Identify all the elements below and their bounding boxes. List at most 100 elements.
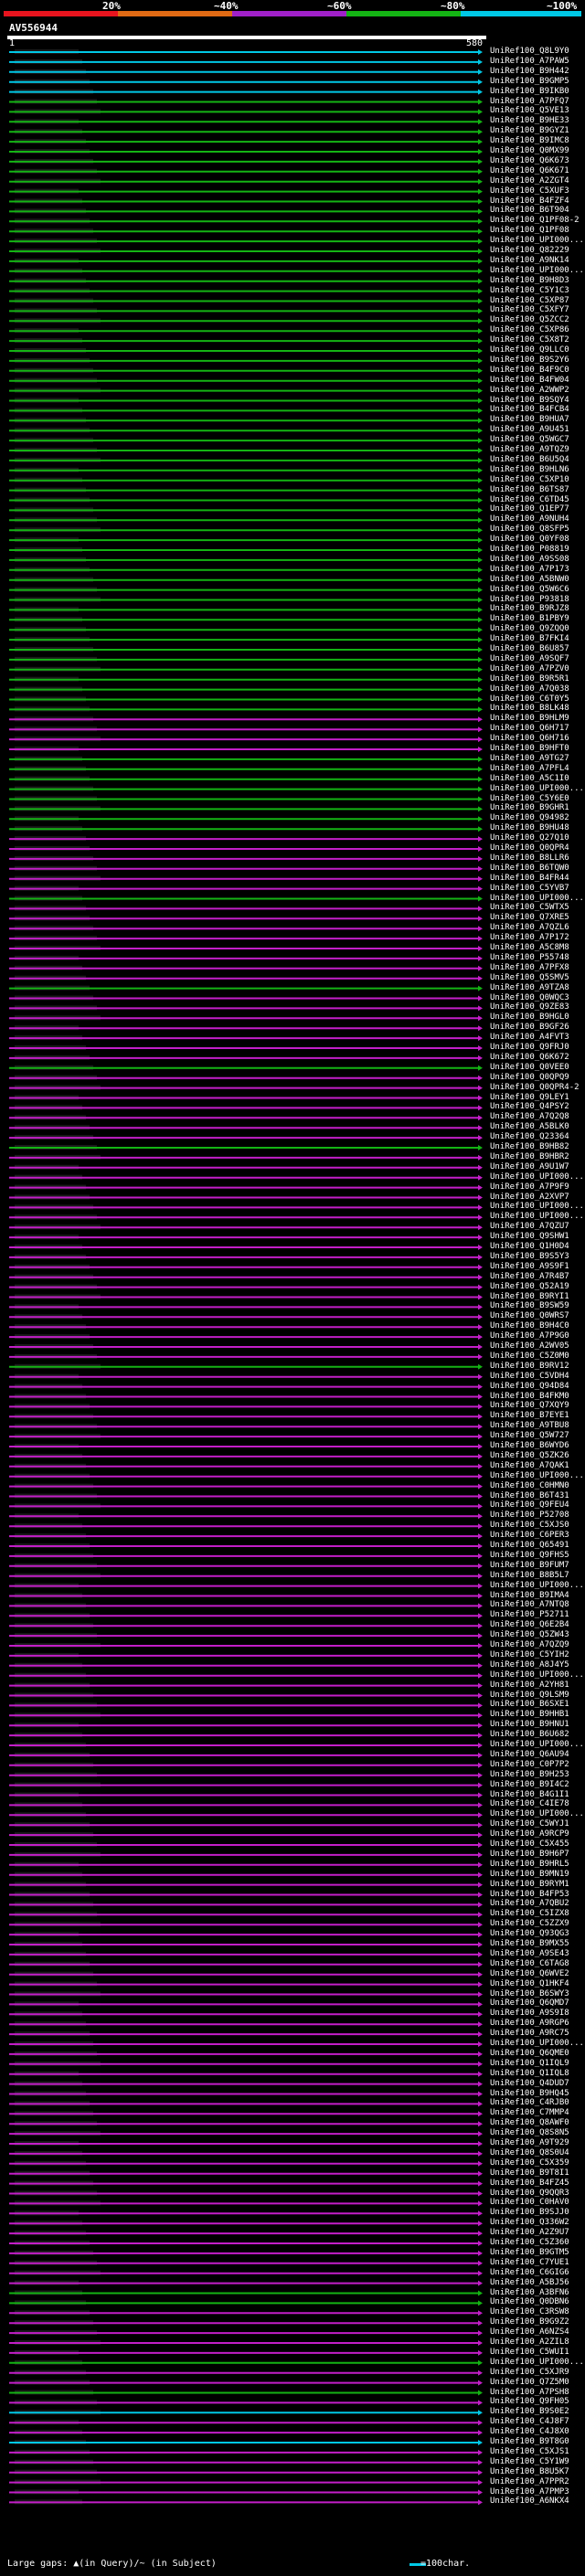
hit-label[interactable]: UniRef100_A9TBU8 bbox=[490, 1422, 569, 1430]
hit-label[interactable]: UniRef100_Q6QMD7 bbox=[490, 1999, 569, 2008]
hit-label[interactable]: UniRef100_Q0VEE0 bbox=[490, 1063, 569, 1072]
hit-label[interactable]: UniRef100_A5C8M8 bbox=[490, 944, 569, 952]
hit-label[interactable]: UniRef100_B9H6P7 bbox=[490, 1850, 569, 1859]
hit-label[interactable]: UniRef100_B4FKM0 bbox=[490, 1392, 569, 1401]
hit-label[interactable]: UniRef100_C5Z0M0 bbox=[490, 1352, 569, 1361]
hit-label[interactable]: UniRef100_Q6H717 bbox=[490, 725, 569, 733]
hit-label[interactable]: UniRef100_B6TS87 bbox=[490, 485, 569, 494]
hit-label[interactable]: UniRef100_A7PSH8 bbox=[490, 2388, 569, 2397]
hit-label[interactable]: UniRef100_B9GF26 bbox=[490, 1023, 569, 1032]
hit-label[interactable]: UniRef100_C5Y6E0 bbox=[490, 794, 569, 803]
hit-label[interactable]: UniRef100_Q1HKF4 bbox=[490, 1979, 569, 1988]
hit-label[interactable]: UniRef100_A7QBU2 bbox=[490, 1900, 569, 1908]
hit-label[interactable]: UniRef100_A9U1W7 bbox=[490, 1162, 569, 1171]
hit-label[interactable]: UniRef100_B9S2Y6 bbox=[490, 355, 569, 365]
hit-label[interactable]: UniRef100_A7P172 bbox=[490, 934, 569, 942]
hit-label[interactable]: UniRef100_A9SE43 bbox=[490, 1949, 569, 1958]
hit-label[interactable]: UniRef100_B9IMA4 bbox=[490, 1591, 569, 1600]
hit-label[interactable]: UniRef100_B9T8G0 bbox=[490, 2438, 569, 2446]
hit-label[interactable]: UniRef100_A7PMP3 bbox=[490, 2487, 569, 2496]
hit-label[interactable]: UniRef100_Q5ZW43 bbox=[490, 1631, 569, 1639]
hit-label[interactable]: UniRef100_UPI000... bbox=[490, 1670, 584, 1680]
hit-label[interactable]: UniRef100_A9U451 bbox=[490, 426, 569, 434]
hit-label[interactable]: UniRef100_Q6QME0 bbox=[490, 2049, 569, 2058]
hit-label[interactable]: UniRef100_B8LK48 bbox=[490, 705, 569, 713]
hit-label[interactable]: UniRef100_UPI000... bbox=[490, 1172, 584, 1182]
hit-label[interactable]: UniRef100_C6TAG8 bbox=[490, 1959, 569, 1968]
hit-label[interactable]: UniRef100_Q1EP77 bbox=[490, 505, 569, 514]
hit-label[interactable]: UniRef100_C4J8F7 bbox=[490, 2418, 569, 2426]
hit-label[interactable]: UniRef100_Q7XRE5 bbox=[490, 914, 569, 922]
hit-label[interactable]: UniRef100_A7QAK1 bbox=[490, 1461, 569, 1470]
hit-label[interactable]: UniRef100_B9GHR1 bbox=[490, 804, 569, 812]
hit-label[interactable]: UniRef100_C6T0Y5 bbox=[490, 694, 569, 704]
hit-label[interactable]: UniRef100_A8J4Y5 bbox=[490, 1660, 569, 1670]
hit-label[interactable]: UniRef100_P55748 bbox=[490, 953, 569, 962]
hit-label[interactable]: UniRef100_B9MN19 bbox=[490, 1870, 569, 1879]
hit-label[interactable]: UniRef100_Q0QPR4 bbox=[490, 844, 569, 853]
hit-label[interactable]: UniRef100_Q1IQL9 bbox=[490, 2059, 569, 2068]
hit-label[interactable]: UniRef100_Q9FEU4 bbox=[490, 1501, 569, 1510]
hit-label[interactable]: UniRef100_Q65491 bbox=[490, 1542, 569, 1550]
hit-label[interactable]: UniRef100_B9IKB0 bbox=[490, 87, 569, 96]
hit-label[interactable]: UniRef100_B9SJJ0 bbox=[490, 2209, 569, 2217]
hit-label[interactable]: UniRef100_Q9LSM9 bbox=[490, 1691, 569, 1700]
hit-label[interactable]: UniRef100_Q8S8N5 bbox=[490, 2129, 569, 2137]
hit-label[interactable]: UniRef100_A2XVP7 bbox=[490, 1193, 569, 1202]
hit-label[interactable]: UniRef100_C5VDH4 bbox=[490, 1372, 569, 1381]
hit-label[interactable]: UniRef100_Q6E2B4 bbox=[490, 1621, 569, 1629]
hit-label[interactable]: UniRef100_B9I4C2 bbox=[490, 1780, 569, 1789]
hit-label[interactable]: UniRef100_Q0QPQ9 bbox=[490, 1073, 569, 1082]
hit-label[interactable]: UniRef100_A5BLK0 bbox=[490, 1123, 569, 1131]
hit-label[interactable]: UniRef100_Q5ZK26 bbox=[490, 1451, 569, 1460]
hit-label[interactable]: UniRef100_A9SQF7 bbox=[490, 654, 569, 663]
hit-label[interactable]: UniRef100_A7P173 bbox=[490, 565, 569, 574]
hit-label[interactable]: UniRef100_Q9ZQQ0 bbox=[490, 625, 569, 633]
hit-label[interactable]: UniRef100_Q6H716 bbox=[490, 735, 569, 743]
hit-label[interactable]: UniRef100_Q5WGC7 bbox=[490, 436, 569, 444]
hit-label[interactable]: UniRef100_A2YH81 bbox=[490, 1680, 569, 1690]
hit-label[interactable]: UniRef100_C5XP10 bbox=[490, 475, 569, 484]
hit-label[interactable]: UniRef100_Q8L9Y0 bbox=[490, 48, 569, 56]
hit-label[interactable]: UniRef100_A7NTQ8 bbox=[490, 1601, 569, 1609]
hit-label[interactable]: UniRef100_Q6WVE2 bbox=[490, 1969, 569, 1978]
hit-label[interactable]: UniRef100_Q23364 bbox=[490, 1133, 569, 1141]
hit-label[interactable]: UniRef100_Q8AWF0 bbox=[490, 2119, 569, 2127]
hit-label[interactable]: UniRef100_C5XP86 bbox=[490, 326, 569, 334]
hit-label[interactable]: UniRef100_Q0YF08 bbox=[490, 535, 569, 544]
hit-label[interactable]: UniRef100_B1PBY9 bbox=[490, 615, 569, 623]
hit-label[interactable]: UniRef100_A5C1I0 bbox=[490, 774, 569, 783]
hit-label[interactable]: UniRef100_UPI000... bbox=[490, 1213, 584, 1221]
hit-label[interactable]: UniRef100_A9TZA8 bbox=[490, 983, 569, 992]
hit-label[interactable]: UniRef100_C5WYJ1 bbox=[490, 1820, 569, 1829]
hit-label[interactable]: UniRef100_B9RV12 bbox=[490, 1362, 569, 1371]
hit-label[interactable]: UniRef100_A7Q2Q8 bbox=[490, 1113, 569, 1121]
hit-label[interactable]: UniRef100_B6U5Q4 bbox=[490, 455, 569, 464]
hit-label[interactable]: UniRef100_C7YUE1 bbox=[490, 2258, 569, 2267]
hit-label[interactable]: UniRef100_Q1IQL8 bbox=[490, 2069, 569, 2078]
hit-label[interactable]: UniRef100_B9HLN6 bbox=[490, 465, 569, 474]
hit-label[interactable]: UniRef100_A6NKX4 bbox=[490, 2497, 569, 2506]
hit-label[interactable]: UniRef100_Q4PSY2 bbox=[490, 1103, 569, 1111]
hit-label[interactable]: UniRef100_B4FZ45 bbox=[490, 2178, 569, 2188]
hit-label[interactable]: UniRef100_UPI000... bbox=[490, 237, 584, 245]
hit-label[interactable]: UniRef100_Q6K673 bbox=[490, 156, 569, 165]
hit-label[interactable]: UniRef100_B9HLM9 bbox=[490, 715, 569, 723]
hit-label[interactable]: UniRef100_C4J8X0 bbox=[490, 2428, 569, 2436]
hit-label[interactable]: UniRef100_B6T431 bbox=[490, 1491, 569, 1500]
hit-label[interactable]: UniRef100_P93818 bbox=[490, 595, 569, 604]
hit-label[interactable]: UniRef100_B9RJZ8 bbox=[490, 605, 569, 613]
hit-label[interactable]: UniRef100_P08819 bbox=[490, 546, 569, 554]
hit-label[interactable]: UniRef100_A7PZV0 bbox=[490, 664, 569, 673]
hit-label[interactable]: UniRef100_A7PFX8 bbox=[490, 963, 569, 972]
hit-label[interactable]: UniRef100_C0HAV0 bbox=[490, 2199, 569, 2207]
hit-label[interactable]: UniRef100_A9RC75 bbox=[490, 2030, 569, 2038]
hit-label[interactable]: UniRef100_B9GTM5 bbox=[490, 2248, 569, 2257]
hit-label[interactable]: UniRef100_Q1PF08 bbox=[490, 227, 569, 235]
hit-label[interactable]: UniRef100_B7FKI4 bbox=[490, 635, 569, 643]
hit-label[interactable]: UniRef100_C5XJS1 bbox=[490, 2447, 569, 2456]
hit-label[interactable]: UniRef100_B9S5Y3 bbox=[490, 1252, 569, 1261]
hit-label[interactable]: UniRef100_Q94D84 bbox=[490, 1382, 569, 1391]
hit-label[interactable]: UniRef100_C5YVB7 bbox=[490, 884, 569, 893]
hit-label[interactable]: UniRef100_B9RYI1 bbox=[490, 1292, 569, 1301]
